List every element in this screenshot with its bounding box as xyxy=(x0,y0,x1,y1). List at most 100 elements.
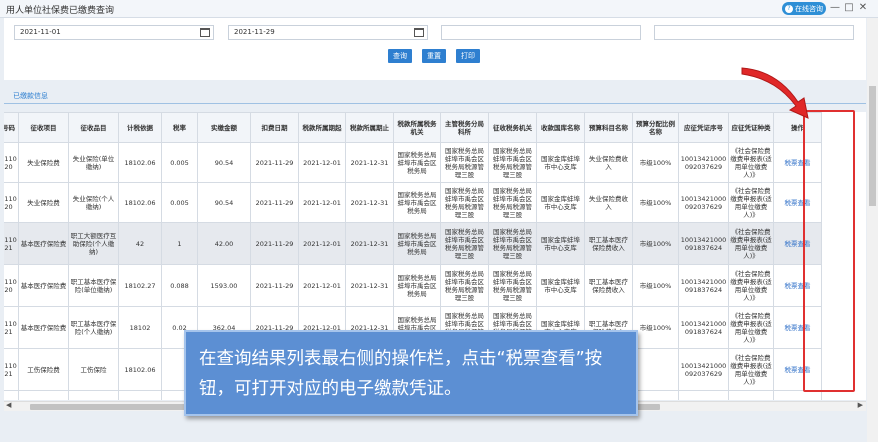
table-cell: 《社会保险费缴费申报表(适用单位缴费人)》 xyxy=(728,222,774,265)
table-cell xyxy=(632,348,679,391)
table-row: 1110 20失业保险费失业保险(单位缴纳)18102.060.00590.54… xyxy=(4,142,822,183)
start-date-input[interactable]: 2021-11-01 xyxy=(14,25,214,40)
table-cell xyxy=(632,390,679,400)
scroll-left-icon[interactable]: ◀ xyxy=(6,401,11,409)
table-cell: 18102.06 xyxy=(118,142,162,183)
table-cell: 2021-12-01 xyxy=(298,182,346,223)
vertical-scroll-thumb[interactable] xyxy=(869,86,876,206)
table-cell xyxy=(728,390,774,400)
window-titlebar: 用人单位社保费已缴费查询 ? 在线咨询 — □ ✕ xyxy=(0,0,878,18)
calendar-icon[interactable] xyxy=(200,28,210,37)
table-cell: 2021-12-31 xyxy=(345,142,394,183)
table-cell: 市级100% xyxy=(632,142,679,183)
instruction-callout: 在查询结果列表最右侧的操作栏，点击“税票查看”按钮，可打开对应的电子缴款凭证。 xyxy=(184,330,638,416)
table-cell: 1110 20 xyxy=(4,264,19,307)
table-cell: 工伤保险费 xyxy=(18,348,69,391)
table-cell: 10013421000091837624 xyxy=(678,264,729,307)
table-cell: 工伤保险 xyxy=(68,348,119,391)
column-header: 扣费日期 xyxy=(250,112,299,143)
table-cell: 国家税务总局蚌埠市禹会区税务局税源管理三股 xyxy=(440,222,489,265)
table-cell: 1110 21 xyxy=(4,222,19,265)
column-header: 税款所属税务机关 xyxy=(393,112,441,143)
table-cell: 1110 20 xyxy=(4,142,19,183)
table-cell: 《社会保险费缴费申报表(适用单位缴费人)》 xyxy=(728,142,774,183)
filter-input-4[interactable] xyxy=(654,25,854,40)
table-cell: 2021-11-29 xyxy=(250,182,299,223)
column-header: 征收品目 xyxy=(68,112,119,143)
table-cell: 国家金库蚌埠市中心支库 xyxy=(536,222,585,265)
annotation-arrow-icon xyxy=(741,67,809,119)
table-cell: 失业保险费收入 xyxy=(584,182,633,223)
reset-button[interactable]: 重置 xyxy=(422,49,446,63)
table-cell: 1593.00 xyxy=(197,264,251,307)
table-cell: 10013421000092037629 xyxy=(678,182,729,223)
table-cell: 失业保险费 xyxy=(18,142,69,183)
close-icon[interactable]: ✕ xyxy=(857,2,869,14)
table-cell: 0.005 xyxy=(161,142,198,183)
filter-input-3[interactable] xyxy=(441,25,641,40)
table-cell: 2021-12-01 xyxy=(298,264,346,307)
table-cell: 《社会保险费缴费申报表(适用单位缴费人)》 xyxy=(728,348,774,391)
maximize-icon[interactable]: □ xyxy=(843,2,855,14)
query-button[interactable]: 查询 xyxy=(388,49,412,63)
table-cell: 国家税务总局蚌埠市禹会区税务局税源管理三股 xyxy=(440,142,489,183)
table-cell: 国家税务总局蚌埠市禹会区税务局税源管理三股 xyxy=(488,264,537,307)
table-cell: 失业保险(单位缴纳) xyxy=(68,142,119,183)
table-cell: 市级100% xyxy=(632,182,679,223)
table-cell: 职工基本医疗保险费收入 xyxy=(584,264,633,307)
table-cell: 2021-11-29 xyxy=(250,222,299,265)
column-header: 税款所属期止 xyxy=(345,112,394,143)
table-cell: 国家金库蚌埠市中心支库 xyxy=(536,142,585,183)
table-cell: 国家税务总局蚌埠市禹会区税务局 xyxy=(393,222,441,265)
table-cell: 失业保险(个人缴纳) xyxy=(68,182,119,223)
operation-column-highlight xyxy=(803,110,855,392)
table-row: 1110 21基本医疗保险费职工大额医疗互助保险(个人缴纳)42142.0020… xyxy=(4,222,822,265)
table-cell: 2021-11-29 xyxy=(250,142,299,183)
table-cell: 国家税务总局蚌埠市禹会区税务局 xyxy=(393,182,441,223)
scroll-right-icon[interactable]: ▶ xyxy=(858,401,863,409)
online-consult-label: 在线咨询 xyxy=(795,4,823,13)
column-header: 实缴金额 xyxy=(197,112,251,143)
column-header: 预算科目名称 xyxy=(584,112,633,143)
table-cell: 基本医疗保险费 xyxy=(18,264,69,307)
print-button[interactable]: 打印 xyxy=(456,49,480,63)
online-consult-button[interactable]: ? 在线咨询 xyxy=(782,2,826,15)
table-cell: 国家税务总局蚌埠市禹会区税务局税源管理三股 xyxy=(488,142,537,183)
table-cell: 10013421000092037629 xyxy=(678,142,729,183)
table-cell: 失业保险费收入 xyxy=(584,142,633,183)
table-cell: 《社会保险费缴费申报表(适用单位缴费人)》 xyxy=(728,182,774,223)
table-cell: 10013421000091837624 xyxy=(678,222,729,265)
table-cell: 0.088 xyxy=(161,264,198,307)
table-cell: 42.00 xyxy=(197,222,251,265)
search-panel: 2021-11-01 2021-11-29 查询 重置 打印 xyxy=(4,18,866,80)
table-cell: 90.54 xyxy=(197,182,251,223)
table-row: 1110 20基本医疗保险费职工基本医疗保险(单位缴纳)18102.270.08… xyxy=(4,264,822,307)
window-title: 用人单位社保费已缴费查询 xyxy=(6,6,115,16)
table-cell xyxy=(118,390,162,400)
chat-icon: ? xyxy=(785,4,793,13)
table-cell: 国家税务总局蚌埠市禹会区税务局 xyxy=(393,142,441,183)
table-cell: 基本医疗保险费 xyxy=(18,222,69,265)
vertical-scrollbar[interactable] xyxy=(867,18,878,442)
minimize-icon[interactable]: — xyxy=(829,2,841,14)
column-header: 税率 xyxy=(161,112,198,143)
end-date-value: 2021-11-29 xyxy=(234,28,275,36)
table-cell: 市级100% xyxy=(632,306,679,349)
table-cell: 10013421000091837624 xyxy=(678,306,729,349)
table-cell: 2021-11-29 xyxy=(250,264,299,307)
table-cell: 职工基本医疗保险(单位缴纳) xyxy=(68,264,119,307)
table-cell: 国家税务总局蚌埠市禹会区税务局税源管理三股 xyxy=(488,182,537,223)
table-cell: 18102.27 xyxy=(118,264,162,307)
table-cell: 10013421000092037629 xyxy=(678,348,729,391)
table-cell: 18102.06 xyxy=(118,348,162,391)
table-cell: 1110 21 xyxy=(4,348,19,391)
table-cell: 1110 21 xyxy=(4,306,19,349)
column-header: 征收项目 xyxy=(18,112,69,143)
end-date-input[interactable]: 2021-11-29 xyxy=(228,25,428,40)
table-cell: 失业保险费 xyxy=(18,182,69,223)
calendar-icon[interactable] xyxy=(414,28,424,37)
column-header: 计税依据 xyxy=(118,112,162,143)
table-cell: 国家税务总局蚌埠市禹会区税务局税源管理三股 xyxy=(440,182,489,223)
table-cell: 2021-12-31 xyxy=(345,264,394,307)
table-cell: 18102 xyxy=(118,306,162,349)
